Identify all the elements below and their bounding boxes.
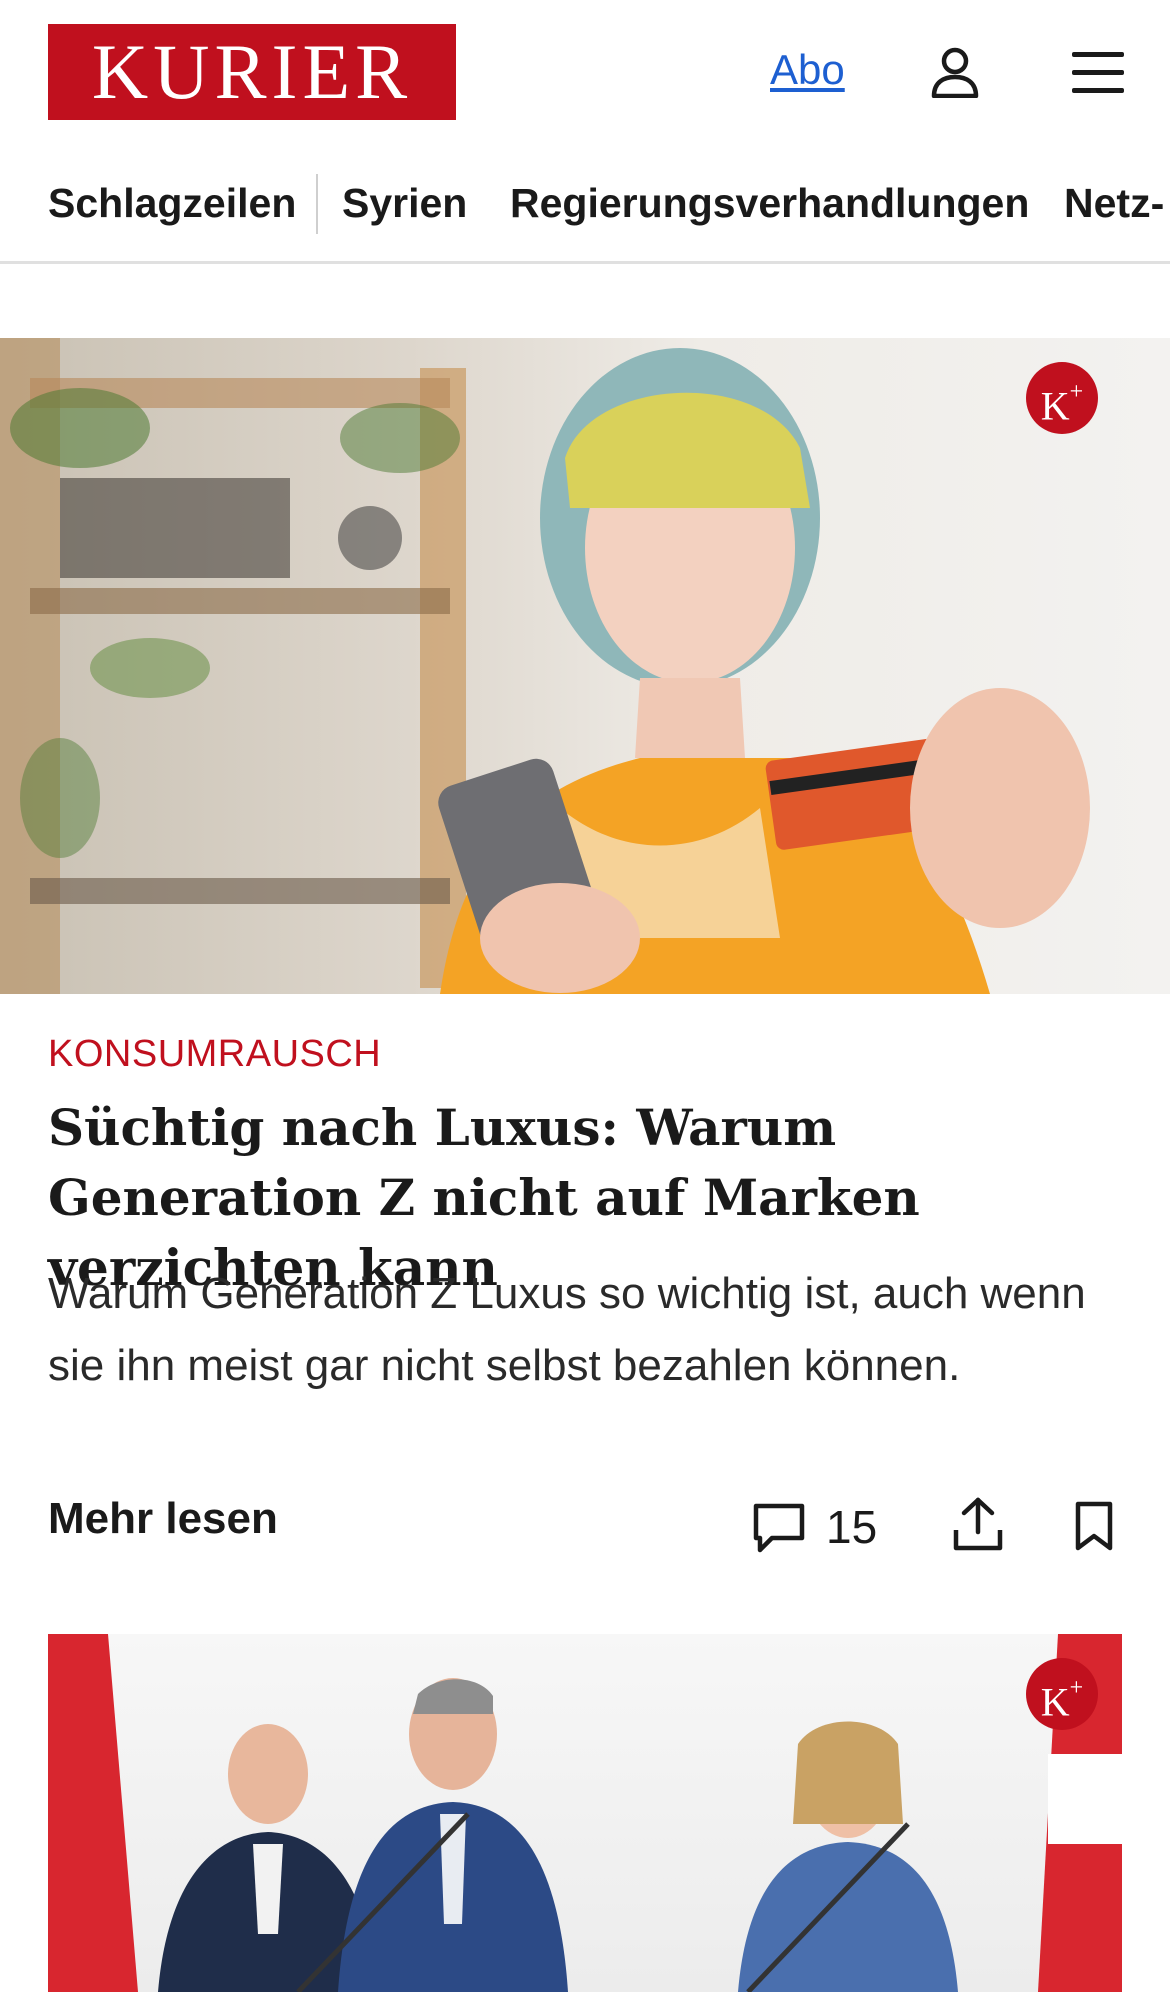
article-2-image[interactable]: K+: [48, 1634, 1122, 1992]
article-hero-image[interactable]: K+: [0, 338, 1170, 994]
nav-item-schlagzeilen[interactable]: Schlagzeilen: [48, 180, 296, 227]
topic-nav: Schlagzeilen Syrien Regierungsverhandlun…: [0, 160, 1170, 264]
hero-photo-illustration: [0, 338, 1090, 994]
share-icon[interactable]: [952, 1496, 1004, 1552]
comment-count[interactable]: 15: [826, 1500, 877, 1554]
nav-separator: [316, 174, 318, 234]
bookmark-icon[interactable]: [1074, 1500, 1114, 1552]
press-conference-photo-illustration: [48, 1634, 1122, 1992]
comment-icon[interactable]: [752, 1500, 806, 1554]
article-teaser: Warum Generation Z Luxus so wichtig ist,…: [48, 1269, 1086, 1390]
article-kicker: KONSUMRAUSCH: [48, 1033, 382, 1075]
premium-badge: K+: [1026, 362, 1098, 434]
abo-link[interactable]: Abo: [770, 46, 845, 94]
site-header: KURIER Abo: [0, 0, 1170, 145]
read-more-link[interactable]: Mehr lesen: [48, 1494, 278, 1544]
kurier-logo[interactable]: KURIER: [48, 24, 456, 120]
nav-item-regierungsverhandlungen[interactable]: Regierungsverhandlungen: [510, 180, 1029, 227]
premium-badge: K+: [1026, 1658, 1098, 1730]
nav-item-syrien[interactable]: Syrien: [342, 180, 467, 227]
nav-item-netz[interactable]: Netz-: [1064, 180, 1164, 227]
user-icon[interactable]: [930, 46, 980, 98]
hamburger-menu-icon[interactable]: [1072, 50, 1124, 94]
